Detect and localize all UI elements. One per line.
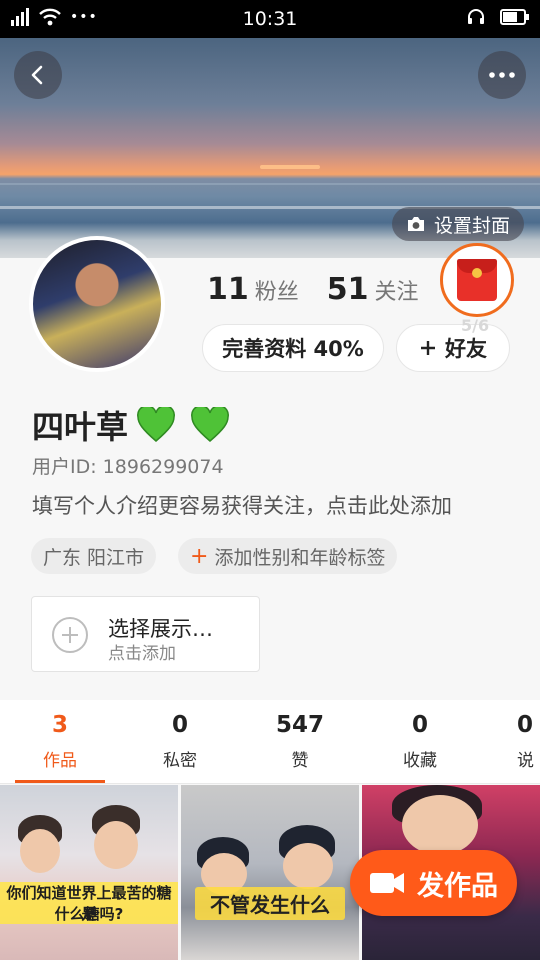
content-tabs: 3 作品 0 私密 547 赞 0 收藏 0 说 [0, 700, 540, 784]
back-button[interactable] [14, 51, 62, 99]
showcase-add-card[interactable]: 选择展示… 点击添加 [31, 596, 260, 672]
add-circle-icon [52, 617, 88, 653]
username: 四叶草 [32, 408, 129, 446]
camera-icon [407, 217, 424, 231]
battery-icon [500, 9, 529, 25]
following-label[interactable]: 关注 [375, 274, 419, 306]
red-envelope-icon [457, 259, 497, 301]
work-caption: 不管发生什么 [195, 887, 345, 920]
tab-talk[interactable]: 0 说 [495, 712, 540, 771]
follow-stats: 11 粉丝 51 关注 [207, 272, 441, 307]
add-friend-button[interactable]: 好友 [396, 324, 510, 372]
user-id: 用户ID: 1896299074 [32, 456, 224, 478]
post-work-button[interactable]: 发作品 [350, 850, 517, 916]
video-camera-icon [370, 873, 404, 893]
showcase-subtitle: 点击添加 [108, 644, 176, 664]
avatar[interactable] [29, 236, 165, 372]
bio-prompt[interactable]: 填写个人介绍更容易获得关注，点击此处添加 [32, 490, 452, 520]
set-cover-label: 设置封面 [433, 214, 510, 237]
tab-count: 3 [51, 712, 68, 738]
location-label: 广东 阳江市 [43, 546, 145, 569]
post-work-label: 发作品 [417, 870, 498, 902]
figure-face [94, 821, 138, 869]
tab-private[interactable]: 0 私密 [135, 712, 225, 771]
location-tag[interactable]: 广东 阳江市 [31, 538, 157, 574]
cover-sunset-glow [260, 165, 320, 169]
add-tag-label: 添加性别和年龄标签 [214, 546, 386, 569]
set-cover-button[interactable]: 设置封面 [391, 207, 524, 241]
status-right [466, 7, 530, 27]
username-row: 四叶草 [32, 402, 230, 448]
tab-count: 0 [517, 712, 534, 738]
tab-favorites[interactable]: 0 收藏 [375, 712, 465, 771]
heart-icon [191, 407, 229, 442]
work-thumbnail[interactable]: 你们知道世界上最苦的糖是 什么糖吗? [0, 785, 178, 960]
more-icon [489, 72, 515, 78]
tab-count: 547 [275, 712, 324, 738]
heart-icon [137, 407, 175, 442]
figure-face [402, 795, 478, 855]
plus-icon: + [190, 543, 209, 569]
tab-count: 0 [171, 712, 188, 738]
fans-label[interactable]: 粉丝 [255, 274, 299, 306]
tab-active-indicator [15, 780, 105, 783]
tab-count: 0 [411, 712, 428, 738]
tab-label: 说 [517, 751, 534, 771]
tab-label: 私密 [163, 751, 197, 771]
status-time: 10:31 [242, 8, 298, 30]
status-bar: ••• 10:31 [0, 0, 540, 38]
add-friend-label: 好友 [445, 337, 487, 361]
cover-horizon [0, 183, 540, 185]
tab-label: 作品 [43, 751, 77, 771]
tab-likes[interactable]: 547 赞 [255, 712, 345, 771]
back-arrow-icon [31, 65, 43, 85]
tab-label: 收藏 [403, 751, 437, 771]
following-count[interactable]: 51 [327, 272, 369, 307]
add-gender-age-tag[interactable]: + 添加性别和年龄标签 [178, 538, 398, 574]
more-button[interactable] [478, 51, 526, 99]
tab-label: 赞 [291, 751, 309, 771]
tab-works[interactable]: 3 作品 [15, 712, 105, 771]
figure-face [20, 829, 60, 873]
complete-profile-label: 完善资料 40% [222, 337, 364, 361]
red-packet-button[interactable] [440, 243, 514, 317]
red-packet-count: 5/6 [461, 316, 490, 335]
work-caption: 什么糖吗? [54, 905, 124, 923]
headset-icon [468, 9, 484, 24]
fans-count[interactable]: 11 [207, 272, 249, 307]
complete-profile-button[interactable]: 完善资料 40% [202, 324, 384, 372]
plus-icon [421, 341, 435, 355]
work-thumbnail[interactable]: 不管发生什么 [181, 785, 359, 960]
figure-face [283, 843, 333, 889]
